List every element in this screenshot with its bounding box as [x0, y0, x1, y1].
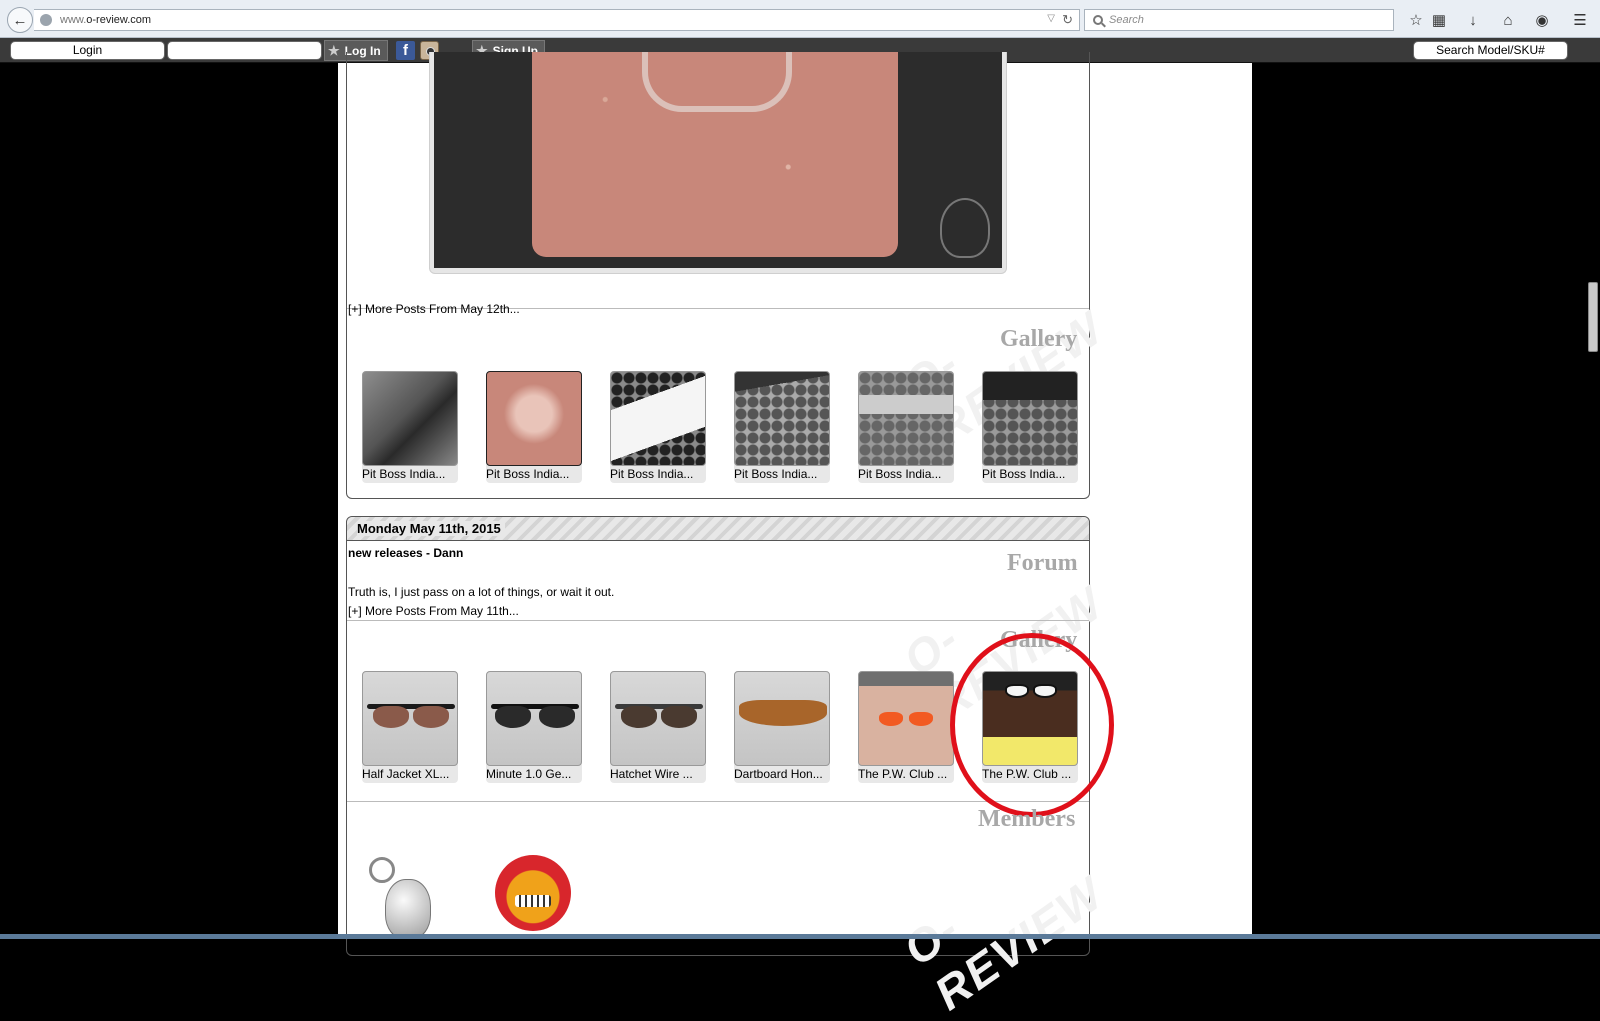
search-placeholder: Search [1109, 14, 1144, 26]
skull-icon [385, 879, 431, 939]
gallery-thumb[interactable]: Pit Boss India... [610, 371, 706, 483]
date-label: Monday May 11th, 2015 [357, 521, 505, 536]
lens [879, 712, 903, 726]
gallery-section-title: Gallery [1000, 326, 1078, 352]
reading-list-icon[interactable]: ▦ [1428, 9, 1450, 31]
lens [909, 712, 933, 726]
gallery-thumb[interactable]: Dartboard Hon... [734, 671, 830, 783]
gallery-image [858, 371, 954, 466]
gallery-thumb[interactable]: Hatchet Wire ... [610, 671, 706, 783]
os-taskbar [0, 934, 1600, 939]
gallery-image [734, 371, 830, 466]
lens [621, 706, 657, 728]
address-bar[interactable]: www.o-review.com ▽ ↻ [34, 9, 1080, 31]
keyring-icon [369, 857, 395, 883]
thumb-caption: Pit Boss India... [982, 467, 1066, 481]
gallery-image [362, 371, 458, 466]
lens [661, 706, 697, 728]
star-icon: ★ [328, 42, 340, 58]
member-avatar[interactable] [493, 853, 579, 939]
more-posts-link[interactable]: [+] More Posts From May 11th... [348, 604, 519, 618]
gallery-thumb[interactable]: Pit Boss India... [734, 371, 830, 483]
thumb-caption: Pit Boss India... [734, 467, 818, 481]
forum-section-title: Forum [1007, 550, 1078, 576]
thumb-caption: Hatchet Wire ... [610, 767, 693, 781]
chat-icon[interactable]: ◉ [1531, 9, 1553, 31]
brick-image [434, 52, 1002, 268]
section-divider [347, 801, 1089, 802]
lens [739, 700, 827, 726]
thumb-caption: Pit Boss India... [362, 467, 446, 481]
gallery-thumb[interactable]: Pit Boss India... [858, 371, 954, 483]
lens [539, 706, 575, 728]
brick-plaque [532, 52, 898, 257]
thumb-caption: Half Jacket XL... [362, 767, 450, 781]
demon-face-icon [495, 855, 571, 931]
gallery-thumb[interactable]: Minute 1.0 Ge... [486, 671, 582, 783]
post-title-link[interactable]: new releases - Dann [348, 546, 463, 560]
login-password-field[interactable] [167, 41, 322, 60]
search-icon [1093, 15, 1103, 25]
url-dropdown-icon[interactable]: ▽ [1047, 13, 1055, 24]
gallery-image [610, 671, 706, 766]
download-icon[interactable]: ↓ [1462, 9, 1484, 31]
lion-crest-icon [940, 198, 990, 258]
scrollbar-track[interactable] [1584, 63, 1600, 939]
gallery-image [858, 671, 954, 766]
gallery-image [982, 371, 1078, 466]
more-posts-link[interactable]: [+] More Posts From May 12th... [348, 302, 520, 316]
thumb-caption: Minute 1.0 Ge... [486, 767, 572, 781]
gallery-image [610, 371, 706, 466]
lens [413, 706, 449, 728]
lens [373, 706, 409, 728]
thumb-caption: Dartboard Hon... [734, 767, 823, 781]
member-avatar[interactable] [365, 855, 451, 941]
browser-search-input[interactable]: Search [1084, 9, 1394, 31]
lens [495, 706, 531, 728]
thumb-caption: Pit Boss India... [610, 467, 694, 481]
highlight-circle [950, 633, 1114, 817]
gallery-thumb[interactable]: Pit Boss India... [982, 371, 1078, 483]
featured-image-frame[interactable] [429, 52, 1007, 274]
login-username-field[interactable]: Login [10, 41, 165, 60]
search-model-sku-button[interactable]: Search Model/SKU# [1413, 41, 1568, 60]
watermark: O-REVIEW [894, 866, 1114, 1020]
gallery-image [486, 671, 582, 766]
gallery-image [734, 671, 830, 766]
section-divider [347, 620, 1089, 621]
reload-icon[interactable]: ↻ [1062, 12, 1073, 28]
thumb-caption: Pit Boss India... [858, 467, 942, 481]
bookmark-star-icon[interactable]: ☆ [1405, 9, 1427, 31]
gallery-thumb[interactable]: Pit Boss India... [362, 371, 458, 483]
members-section-title: Members [978, 806, 1076, 832]
thumb-caption: Pit Boss India... [486, 467, 570, 481]
back-arrow-icon[interactable]: ← [7, 7, 33, 33]
gallery-thumb[interactable]: Half Jacket XL... [362, 671, 458, 783]
menu-icon[interactable]: ☰ [1569, 9, 1591, 31]
post-excerpt: Truth is, I just pass on a lot of things… [348, 585, 615, 599]
gallery-thumb[interactable]: Pit Boss India... [486, 371, 582, 483]
gallery-image [362, 671, 458, 766]
thumb-caption: The P.W. Club ... [858, 767, 948, 781]
browser-toolbar: ← www.o-review.com ▽ ↻ Search ☆ ▦ ↓ ⌂ ◉ … [0, 0, 1600, 38]
teeth [515, 895, 551, 907]
plaque-logo [642, 52, 792, 112]
globe-icon [40, 14, 52, 26]
home-icon[interactable]: ⌂ [1497, 9, 1519, 31]
url-text: www.o-review.com [60, 14, 152, 26]
gallery-image [486, 371, 582, 466]
date-header: Monday May 11th, 2015 [347, 517, 1089, 541]
scrollbar-thumb[interactable] [1588, 282, 1598, 352]
gallery-thumb[interactable]: The P.W. Club ... [858, 671, 954, 783]
